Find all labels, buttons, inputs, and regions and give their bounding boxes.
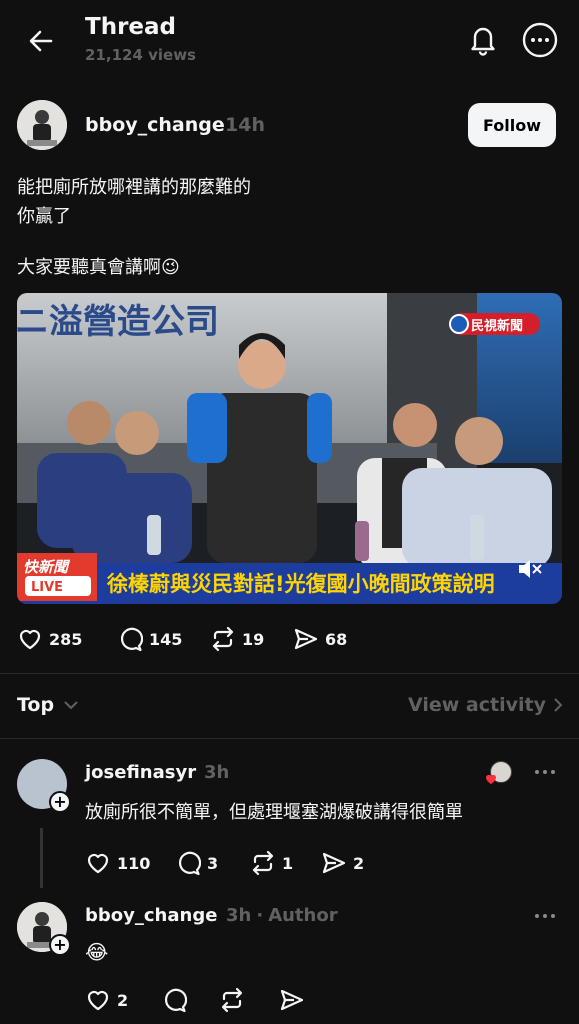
like-count: 285 xyxy=(49,629,83,649)
truck-lettering: ニ溢營造公司 xyxy=(17,302,219,342)
author-liked-badge xyxy=(486,761,514,785)
view-activity-label: View activity xyxy=(408,694,546,716)
page-title: Thread xyxy=(85,14,176,40)
live-tag-bottom: LIVE xyxy=(31,580,63,595)
reply-1-follow-plus[interactable]: + xyxy=(49,791,71,813)
repost-icon xyxy=(221,987,243,1013)
post-username[interactable]: bboy_change xyxy=(85,114,225,136)
sort-dropdown[interactable]: Top xyxy=(17,694,80,716)
chevron-right-icon xyxy=(554,698,563,712)
reply-1-like-stat[interactable]: 110 xyxy=(85,850,150,876)
reply-1-time: 3h xyxy=(204,762,230,783)
channel-logo-text: 民視新聞 xyxy=(471,318,523,334)
post-line-1: 能把廁所放哪裡講的那麼難的 xyxy=(17,177,251,198)
post-time: 14h xyxy=(225,114,265,136)
repost-count: 19 xyxy=(242,629,265,649)
reply-2-time: 3h xyxy=(226,905,252,926)
comment-icon xyxy=(178,851,201,876)
news-photo: ニ溢營造公司 民視新聞 快新聞 LIVE 徐榛蔚與災民對話!光復國小晚間政策說明 xyxy=(17,293,562,604)
reply-1-repost-stat[interactable]: 1 xyxy=(250,850,293,876)
share-count: 68 xyxy=(325,629,348,649)
reply-1-like-count: 110 xyxy=(117,853,151,873)
heart-badge-icon xyxy=(486,774,496,784)
post-image[interactable]: ニ溢營造公司 民視新聞 快新聞 LIVE 徐榛蔚與災民對話!光復國小晚間政策說明 xyxy=(17,293,562,604)
news-banner-text: 徐榛蔚與災民對話!光復國小晚間政策說明 xyxy=(106,572,495,596)
comment-icon xyxy=(120,627,143,652)
comment-icon xyxy=(164,988,187,1013)
reply-2-repost-stat[interactable] xyxy=(219,987,245,1013)
repost-icon xyxy=(212,626,234,652)
post-line-3: 大家要聽真會講啊😉 xyxy=(17,254,180,282)
reply-2-meta: 3h · Author xyxy=(226,905,338,926)
reply-2-like-count: 2 xyxy=(117,990,129,1010)
reply-1-comment-stat[interactable]: 3 xyxy=(175,850,218,876)
like-stat[interactable]: 285 xyxy=(17,626,82,652)
sort-label: Top xyxy=(17,694,55,716)
reply-2-comment-stat[interactable] xyxy=(161,987,187,1013)
comment-count: 145 xyxy=(149,629,183,649)
live-tag-top: 快新聞 xyxy=(23,558,71,576)
reply-1-share-stat[interactable]: 2 xyxy=(321,850,364,876)
reply-1-comment-count: 3 xyxy=(207,853,219,873)
comment-stat[interactable]: 145 xyxy=(117,626,182,652)
share-stat[interactable]: 68 xyxy=(293,626,347,652)
chevron-down-icon xyxy=(64,701,78,710)
repost-stat[interactable]: 19 xyxy=(210,626,264,652)
heart-icon xyxy=(87,853,109,874)
reply-2-username[interactable]: bboy_change xyxy=(85,905,217,926)
repost-icon xyxy=(252,850,274,876)
heart-icon xyxy=(87,990,109,1011)
share-icon xyxy=(322,852,346,874)
post-line-2: 你贏了 xyxy=(17,206,71,227)
follow-button[interactable]: Follow xyxy=(468,103,556,147)
reply-2-share-stat[interactable] xyxy=(279,987,305,1013)
reply-1-more-icon[interactable] xyxy=(533,764,557,780)
view-count: 21,124 views xyxy=(85,46,196,64)
divider-sort xyxy=(0,738,579,739)
heart-icon xyxy=(19,629,41,650)
reply-2-separator: · xyxy=(256,905,264,926)
reply-1-username[interactable]: josefinasyr xyxy=(85,762,196,783)
bell-icon[interactable] xyxy=(466,22,500,56)
reply-1-text: 放廁所很不簡單，但處理堰塞湖爆破講得很簡單 xyxy=(85,802,463,823)
share-icon xyxy=(280,989,304,1011)
post-line-3-text: 大家要聽真會講啊 xyxy=(17,257,161,278)
divider-top xyxy=(0,673,579,674)
view-activity-link[interactable]: View activity xyxy=(408,694,564,716)
reply-thread-line xyxy=(40,828,43,888)
more-options-icon[interactable] xyxy=(522,22,558,58)
back-arrow-icon[interactable] xyxy=(26,26,56,56)
reply-2-more-icon[interactable] xyxy=(533,908,557,924)
reply-2-follow-plus[interactable]: + xyxy=(49,934,71,956)
reply-2-like-stat[interactable]: 2 xyxy=(85,987,128,1013)
author-tag: Author xyxy=(268,905,338,926)
share-icon xyxy=(294,628,318,650)
reply-1-share-count: 2 xyxy=(353,853,365,873)
reply-1-repost-count: 1 xyxy=(282,853,294,873)
post-author-avatar[interactable] xyxy=(17,100,67,150)
reply-2-text: 😂 xyxy=(85,940,109,964)
winking-emoji: 😉 xyxy=(161,257,180,278)
